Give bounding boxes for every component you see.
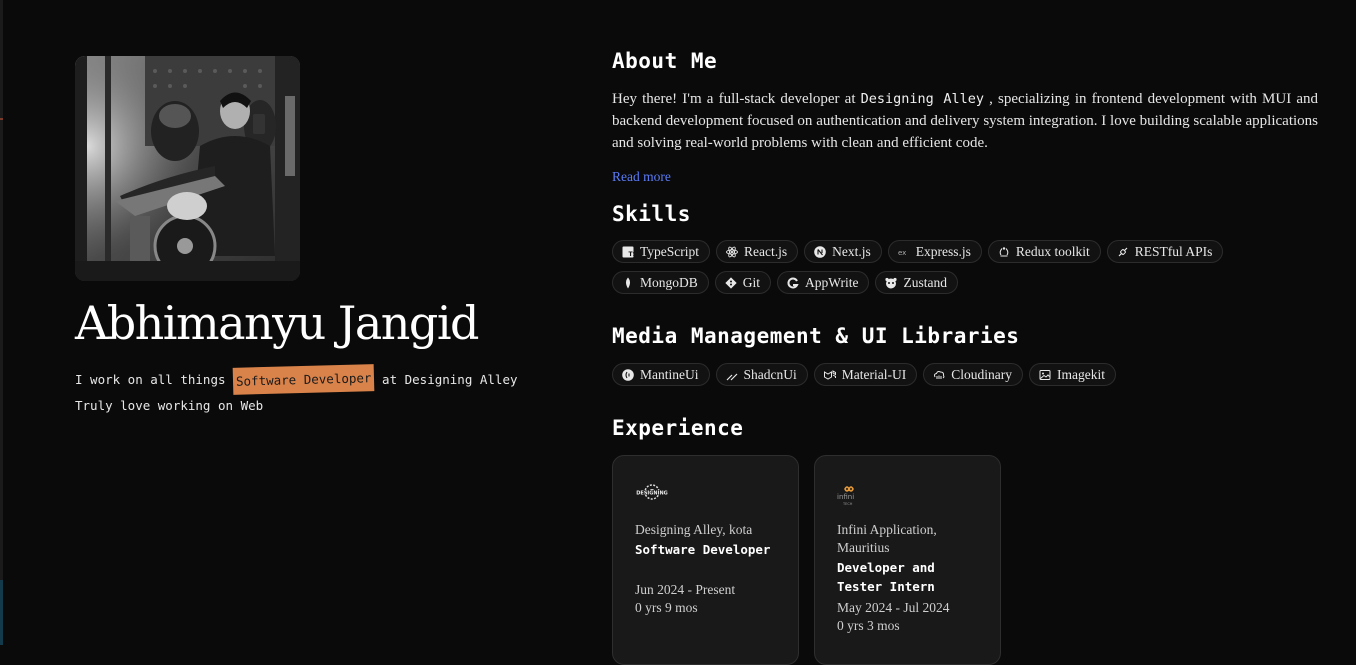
experience-company: Infini Application, Mauritius: [837, 522, 937, 555]
shadcn-icon: [726, 369, 738, 381]
skill-chip-appwrite[interactable]: AppWrite: [777, 271, 870, 294]
role-highlight: Software Developer: [232, 364, 375, 395]
profile-tagline: I work on all things Software Developer …: [75, 364, 518, 418]
media-heading: Media Management & UI Libraries: [612, 324, 1020, 348]
tagline-line-1: I work on all things Software Developer …: [75, 364, 518, 395]
tagline-prefix: I work on all things: [75, 372, 226, 387]
experience-card-designing-alley[interactable]: DESIGNING Designing Alley, kota Software…: [612, 455, 799, 665]
about-paragraph: Hey there! I'm a full-stack developer at…: [612, 88, 1318, 154]
skills-heading: Skills: [612, 202, 691, 226]
react-icon: [726, 246, 738, 258]
tagline-line-2: Truly love working on Web: [75, 398, 264, 413]
skills-row-2: MongoDB Git AppWrite Zustand: [612, 271, 958, 294]
experience-role: Developer and Tester Intern: [837, 560, 935, 594]
redux-icon: [998, 246, 1010, 258]
cloudinary-icon: [933, 369, 945, 381]
media-chip-cloudinary[interactable]: Cloudinary: [923, 363, 1023, 386]
logo-text: DESIGNING: [636, 491, 667, 497]
skill-label: Zustand: [903, 274, 947, 290]
skill-label: React.js: [744, 243, 788, 259]
experience-company: Designing Alley, kota: [635, 522, 753, 537]
tagline-suffix: at Designing Alley: [382, 372, 518, 387]
api-icon: [1117, 246, 1129, 258]
about-text-before: Hey there! I'm a full-stack developer at: [612, 91, 856, 107]
skill-chip-redux[interactable]: Redux toolkit: [987, 240, 1101, 263]
infini-tech-logo: infini TECH: [837, 482, 871, 508]
about-heading: About Me: [612, 49, 718, 73]
media-chip-mui[interactable]: Material-UI: [813, 363, 918, 386]
skill-chip-express[interactable]: ex Express.js: [887, 240, 982, 263]
svg-text:ex: ex: [898, 249, 906, 257]
appwrite-icon: [787, 277, 799, 289]
skill-chip-restful[interactable]: RESTful APIs: [1106, 240, 1224, 263]
experience-dates: May 2024 - Jul 2024: [837, 600, 950, 615]
media-label: ShadcnUi: [743, 366, 797, 382]
experience-card-infini[interactable]: infini TECH Infini Application, Mauritiu…: [814, 455, 1001, 665]
skill-chip-nextjs[interactable]: Next.js: [804, 240, 882, 263]
media-label: MantineUi: [640, 366, 699, 382]
experience-dates: Jun 2024 - Present: [635, 582, 736, 597]
skill-chip-react[interactable]: React.js: [716, 240, 799, 263]
skill-label: MongoDB: [640, 274, 698, 290]
experience-duration: 0 yrs 9 mos: [635, 600, 698, 615]
designing-alley-logo: DESIGNING: [635, 482, 669, 508]
skill-chip-mongodb[interactable]: MongoDB: [612, 271, 709, 294]
edge-accent: [0, 580, 3, 645]
skill-label: Express.js: [915, 243, 971, 259]
skill-label: Redux toolkit: [1015, 243, 1090, 259]
media-chip-shadcn[interactable]: ShadcnUi: [715, 363, 808, 386]
read-more-link[interactable]: Read more: [612, 169, 671, 185]
experience-heading: Experience: [612, 416, 744, 440]
profile-name: Abhimanyu Jangid: [75, 296, 480, 350]
svg-text:TS: TS: [629, 251, 635, 258]
media-row: MantineUi ShadcnUi Material-UI Cloudinar…: [612, 363, 1116, 386]
skill-label: Next.js: [832, 243, 871, 259]
skill-label: AppWrite: [805, 274, 859, 290]
profile-photo-image: [75, 56, 300, 281]
experience-role: Software Developer: [635, 542, 771, 557]
zustand-icon: [885, 277, 898, 289]
git-icon: [725, 276, 737, 289]
skill-chip-zustand[interactable]: Zustand: [875, 271, 958, 294]
logo-text: infini: [837, 493, 854, 501]
media-chip-mantine[interactable]: MantineUi: [612, 363, 710, 386]
typescript-icon: TS: [622, 246, 634, 258]
media-chip-imagekit[interactable]: Imagekit: [1028, 363, 1116, 386]
logo-subtext: TECH: [842, 502, 853, 506]
about-company: Designing Alley: [860, 91, 984, 107]
edge-accent: [0, 118, 3, 120]
window-edge: [0, 0, 3, 645]
image-icon: [1039, 369, 1051, 381]
media-label: Imagekit: [1056, 366, 1105, 382]
mongodb-icon: [622, 277, 634, 289]
experience-duration: 0 yrs 3 mos: [837, 618, 900, 633]
skill-label: Git: [742, 274, 761, 290]
media-label: Cloudinary: [951, 366, 1012, 382]
nextjs-icon: [814, 245, 826, 258]
mantine-icon: [622, 368, 634, 381]
express-icon: ex: [898, 246, 910, 258]
skill-label: RESTful APIs: [1134, 243, 1213, 259]
skill-chip-git[interactable]: Git: [714, 271, 772, 294]
skill-label: TypeScript: [640, 243, 700, 259]
profile-photo: [75, 56, 300, 281]
media-label: Material-UI: [841, 366, 907, 382]
skill-chip-typescript[interactable]: TS TypeScript: [612, 240, 711, 263]
mui-icon: [823, 369, 836, 381]
skills-row-1: TS TypeScript React.js Next.js ex Expres…: [612, 240, 1224, 263]
